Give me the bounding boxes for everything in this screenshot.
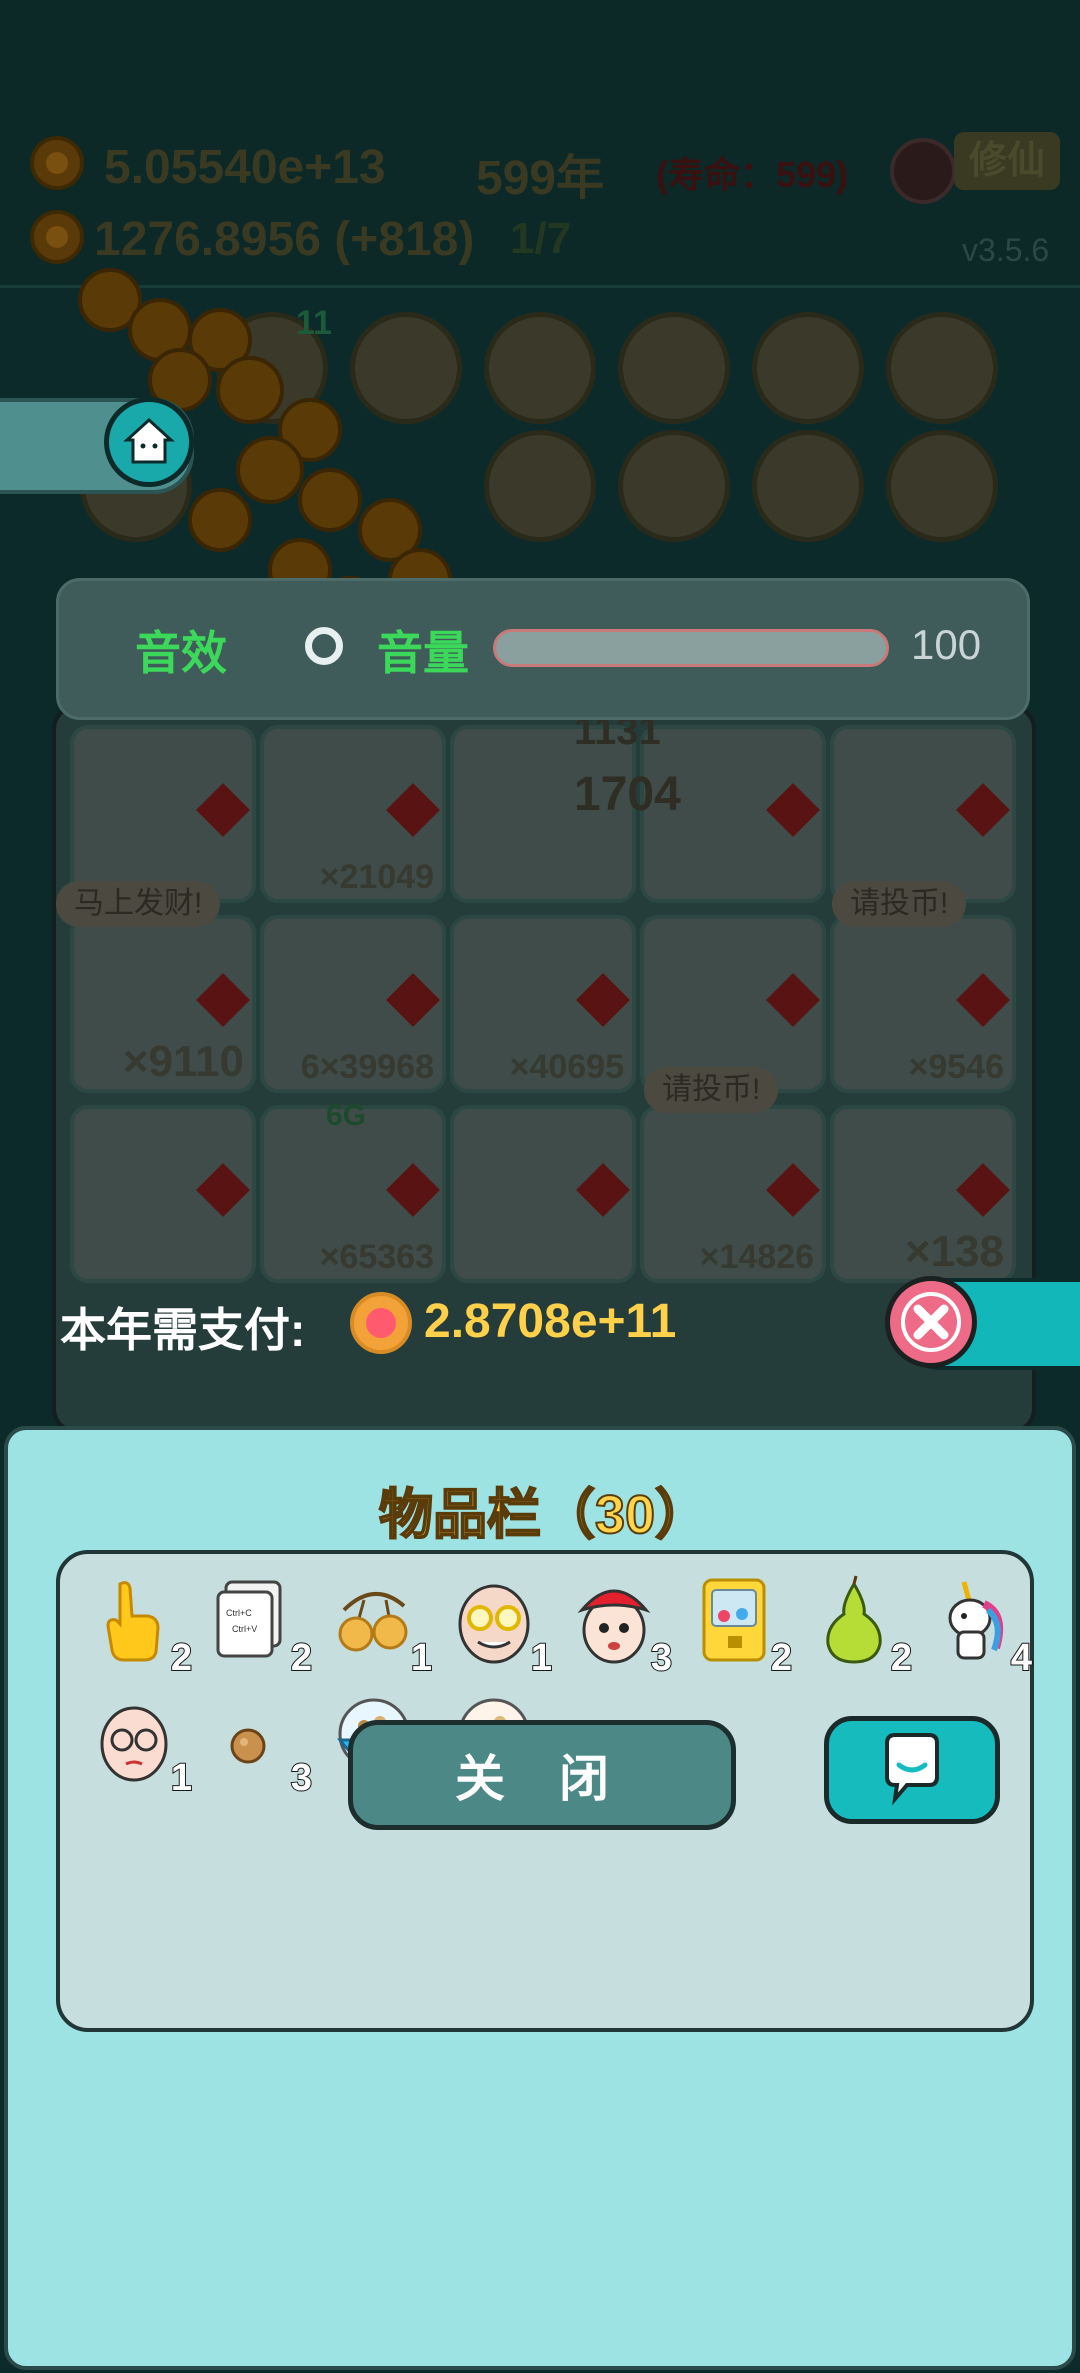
volume-slider[interactable]	[493, 629, 889, 667]
volume-label: 音量	[377, 627, 469, 679]
cell-count: ×138	[904, 1227, 1004, 1276]
board-cell[interactable]: ×40695	[450, 915, 636, 1093]
version-label: v3.5.6	[962, 232, 1050, 268]
board-cell[interactable]: ×14826	[640, 1105, 826, 1283]
inventory-panel: 物品栏（30） 2 Ctrl+C Ctrl+V 2 1 1 3 2 2 4 1 …	[4, 1426, 1076, 2370]
inventory-item[interactable]: 2	[804, 1570, 913, 1680]
merge-counter: 1704	[574, 768, 681, 821]
board-cell[interactable]: ×21049	[260, 725, 446, 903]
cell-count: ×40695	[509, 1048, 624, 1086]
chat-button[interactable]	[824, 1716, 1000, 1824]
cell-count: ×21049	[319, 858, 434, 896]
inventory-item[interactable]: Ctrl+C Ctrl+V 2	[204, 1570, 313, 1680]
coin-total: 5.05540e+13	[104, 141, 386, 194]
item-count: 1	[530, 1636, 553, 1680]
board-cell[interactable]: ×9546	[830, 915, 1016, 1093]
item-count: 1	[170, 1756, 193, 1800]
board-cell[interactable]	[450, 1105, 636, 1283]
inventory-item[interactable]: 2	[684, 1570, 793, 1680]
speech-bubble: 请投币!	[832, 881, 967, 927]
pear-icon	[826, 1575, 882, 1664]
sound-effect-label: 音效	[135, 627, 227, 679]
red-cap-boy-icon	[577, 1589, 651, 1664]
pointing-hand-icon	[106, 1581, 160, 1662]
inventory-item[interactable]: 1	[444, 1570, 553, 1680]
claw-machine-icon	[702, 1578, 766, 1662]
inventory-title: 物品栏（30）	[378, 1484, 710, 1546]
board-cell[interactable]	[70, 1105, 256, 1283]
cell-count: ×9546	[908, 1048, 1005, 1086]
board-cell[interactable]: ×9110	[70, 915, 256, 1093]
annual-payment-label: 本年需支付:	[60, 1304, 306, 1356]
inventory-item[interactable]: 4	[924, 1570, 1033, 1680]
home-button[interactable]	[104, 397, 194, 487]
volume-value: 100	[911, 621, 982, 668]
item-count: 3	[650, 1636, 673, 1680]
inventory-item[interactable]: 1	[84, 1690, 193, 1800]
speech-bubble: 马上发财!	[56, 881, 221, 927]
rice-bowl-icon[interactable]	[752, 430, 864, 542]
fruit-plate-icon[interactable]	[886, 312, 998, 424]
cultivate-icon[interactable]	[890, 138, 956, 204]
small-nut-icon	[230, 1728, 266, 1764]
cell-count: ×14826	[699, 1238, 814, 1276]
settings-bar: 音效 音量 100	[56, 578, 1030, 720]
old-man-glasses-icon	[458, 1584, 530, 1664]
cell-count: ×9110	[122, 1037, 244, 1086]
cherries-icon	[338, 1591, 408, 1652]
skirt-icon[interactable]	[752, 312, 864, 424]
close-button[interactable]: 关 闭	[348, 1720, 736, 1830]
chat-bubble-icon	[885, 1733, 939, 1806]
item-count: 2	[170, 1636, 193, 1680]
speech-bubble: 请投币!	[644, 1067, 779, 1113]
item-count: 4	[1010, 1636, 1033, 1680]
svg-text:Ctrl+C: Ctrl+C	[226, 1608, 252, 1618]
inventory-item[interactable]: 2	[84, 1570, 193, 1680]
close-icon	[901, 1292, 961, 1352]
unicorn-icon	[948, 1581, 1003, 1660]
board-cell[interactable]: ×138	[830, 1105, 1016, 1283]
cell-count: ×65363	[319, 1238, 434, 1276]
inventory-item[interactable]: 1	[324, 1570, 433, 1680]
pet-bowl-icon[interactable]	[886, 430, 998, 542]
heart-coin-icon	[350, 1292, 412, 1354]
close-x-button[interactable]	[885, 1276, 977, 1368]
item-count: 2	[770, 1636, 793, 1680]
inventory-item[interactable]: 3	[204, 1690, 313, 1800]
top-hud: 5.05540e+13 599年 (寿命：599) 修仙 1276.8956 (…	[0, 0, 1080, 288]
home-icon	[123, 417, 175, 464]
item-count: 3	[290, 1756, 313, 1800]
bald-man-glasses-icon	[100, 1706, 168, 1782]
annual-payment-value: 2.8708e+11	[424, 1295, 677, 1348]
item-count: 1	[410, 1636, 433, 1680]
sound-effect-toggle[interactable]	[305, 627, 343, 665]
item-count: 2	[890, 1636, 913, 1680]
lifespan-label: (寿命：599)	[656, 154, 849, 195]
inventory-item[interactable]: 3	[564, 1570, 673, 1680]
cell-count: 6×39968	[300, 1048, 434, 1086]
board-cell[interactable]	[70, 725, 256, 903]
board-cell[interactable]	[830, 725, 1016, 903]
copy-paste-icon: Ctrl+C Ctrl+V	[216, 1580, 282, 1658]
item-count: 2	[290, 1636, 313, 1680]
cultivate-button[interactable]: 修仙	[954, 132, 1060, 190]
year-label: 599年	[476, 152, 605, 205]
svg-text:Ctrl+V: Ctrl+V	[232, 1624, 257, 1634]
board-cell[interactable]: 6×39968	[260, 915, 446, 1093]
coin-icon	[30, 136, 84, 190]
cell-label: 6G	[326, 1099, 367, 1132]
